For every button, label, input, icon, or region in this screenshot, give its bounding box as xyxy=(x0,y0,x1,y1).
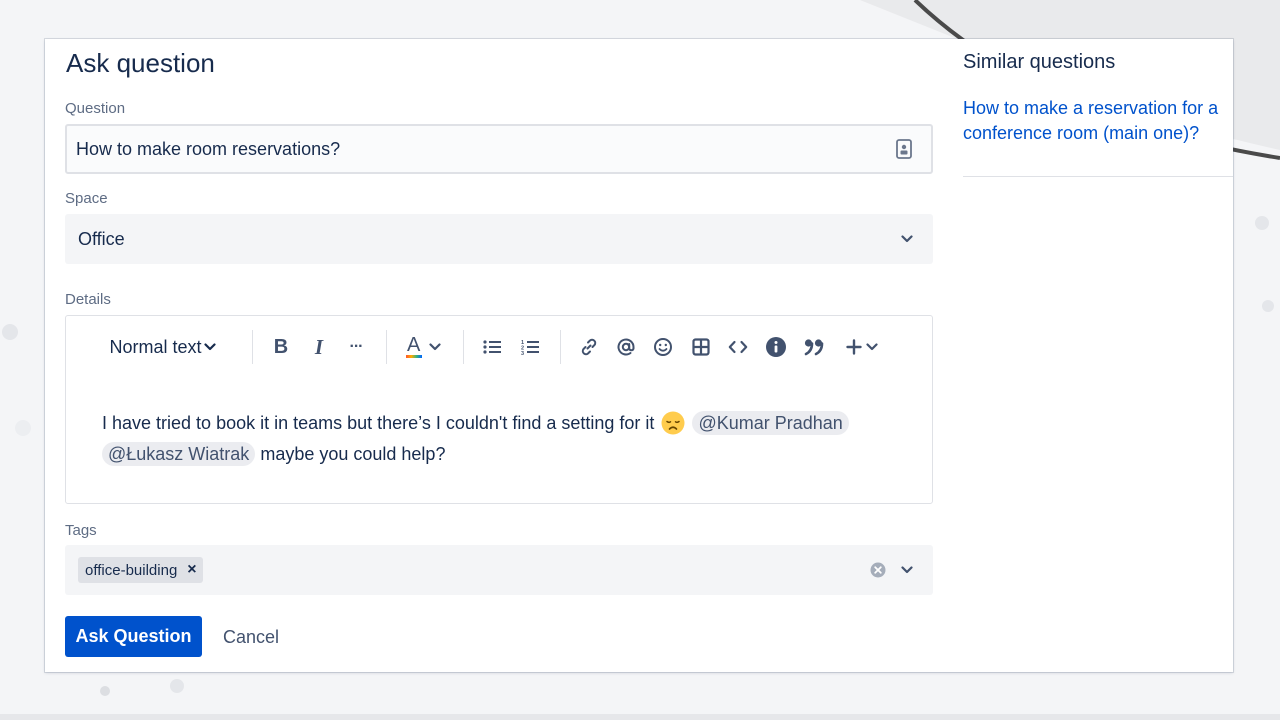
code-button[interactable] xyxy=(726,335,750,359)
clear-icon[interactable] xyxy=(870,562,886,578)
background-dot xyxy=(1262,300,1274,312)
text-color-letter: A xyxy=(407,334,421,356)
background-dot xyxy=(100,686,110,696)
table-icon xyxy=(692,338,710,356)
space-select-value: Office xyxy=(78,229,125,249)
bold-icon: B xyxy=(273,335,289,358)
emoji-button[interactable] xyxy=(651,335,675,359)
cancel-button[interactable]: Cancel xyxy=(223,627,279,648)
details-editor[interactable]: Normal text B I ··· A 1 2 3 I have tried… xyxy=(65,315,933,504)
italic-icon: I xyxy=(314,334,324,359)
ask-question-card: Ask question Question How to make room r… xyxy=(45,39,1233,672)
space-label: Space xyxy=(65,190,108,207)
tag-chip: office-building × xyxy=(78,557,203,583)
insert-plus-icon xyxy=(846,339,862,355)
text-style-dropdown[interactable]: Normal text xyxy=(105,335,220,359)
toolbar-divider xyxy=(463,330,464,364)
table-button[interactable] xyxy=(689,335,713,359)
details-label: Details xyxy=(65,291,111,308)
text-color-button[interactable]: A xyxy=(403,334,443,359)
quote-icon xyxy=(804,339,824,356)
mention-chip[interactable]: @Łukasz Wiatrak xyxy=(102,442,256,466)
more-formatting-icon: ··· xyxy=(349,338,364,355)
page-title: Ask question xyxy=(66,48,215,78)
contact-card-icon xyxy=(896,139,912,159)
toolbar-divider xyxy=(252,330,253,364)
divider xyxy=(963,176,1233,177)
similar-questions-title: Similar questions xyxy=(963,51,1116,73)
chevron-down-icon[interactable] xyxy=(901,566,913,574)
details-text: maybe you could help? xyxy=(260,444,446,464)
toolbar-divider xyxy=(560,330,561,364)
numbered-list-icon: 1 2 3 xyxy=(521,340,539,355)
tags-select[interactable]: office-building × xyxy=(65,545,933,595)
link-icon xyxy=(581,338,597,356)
insert-button[interactable] xyxy=(842,335,882,359)
mention-button[interactable] xyxy=(614,335,638,359)
quote-button[interactable] xyxy=(802,335,826,359)
chevron-down-icon xyxy=(429,343,441,351)
background-dot xyxy=(1255,216,1269,230)
space-select[interactable]: Office xyxy=(65,214,933,264)
mention-icon xyxy=(617,338,635,356)
info-panel-button[interactable] xyxy=(764,335,788,359)
more-formatting-button[interactable]: ··· xyxy=(344,335,368,359)
disappointed-face-icon xyxy=(661,411,685,435)
tags-label: Tags xyxy=(65,522,97,539)
bullet-list-icon xyxy=(483,340,501,354)
question-input[interactable]: How to make room reservations? xyxy=(65,124,933,174)
question-input-value[interactable]: How to make room reservations? xyxy=(76,139,340,160)
info-panel-icon xyxy=(766,337,786,357)
details-editor-content[interactable]: I have tried to book it in teams but the… xyxy=(102,408,902,470)
similar-question-link[interactable]: How to make a reservation for a conferen… xyxy=(963,96,1225,146)
emoji-icon xyxy=(654,338,672,356)
ask-question-button[interactable]: Ask Question xyxy=(65,616,202,657)
text-style-label: Normal text xyxy=(109,336,202,357)
remove-tag-icon[interactable]: × xyxy=(187,562,196,578)
background-dot xyxy=(15,420,31,436)
code-icon xyxy=(728,340,748,354)
bullet-list-button[interactable] xyxy=(480,335,504,359)
svg-text:3: 3 xyxy=(521,351,524,355)
numbered-list-button[interactable]: 1 2 3 xyxy=(518,335,542,359)
link-button[interactable] xyxy=(577,335,601,359)
background-dot xyxy=(2,324,18,340)
background-dot xyxy=(170,679,184,693)
mention-chip[interactable]: @Kumar Pradhan xyxy=(692,411,849,435)
chevron-down-icon xyxy=(203,343,216,351)
question-label: Question xyxy=(65,100,126,117)
color-bar xyxy=(406,355,422,358)
bold-button[interactable]: B xyxy=(269,335,293,359)
toolbar-divider xyxy=(386,330,387,364)
text-color-icon: A xyxy=(405,334,423,359)
chevron-down-icon xyxy=(866,343,878,351)
tag-label: office-building xyxy=(85,561,178,579)
details-text: I have tried to book it in teams but the… xyxy=(102,413,655,433)
chevron-down-icon xyxy=(901,235,913,243)
editor-toolbar: Normal text B I ··· A 1 2 3 xyxy=(66,316,932,378)
italic-button[interactable]: I xyxy=(307,335,331,359)
